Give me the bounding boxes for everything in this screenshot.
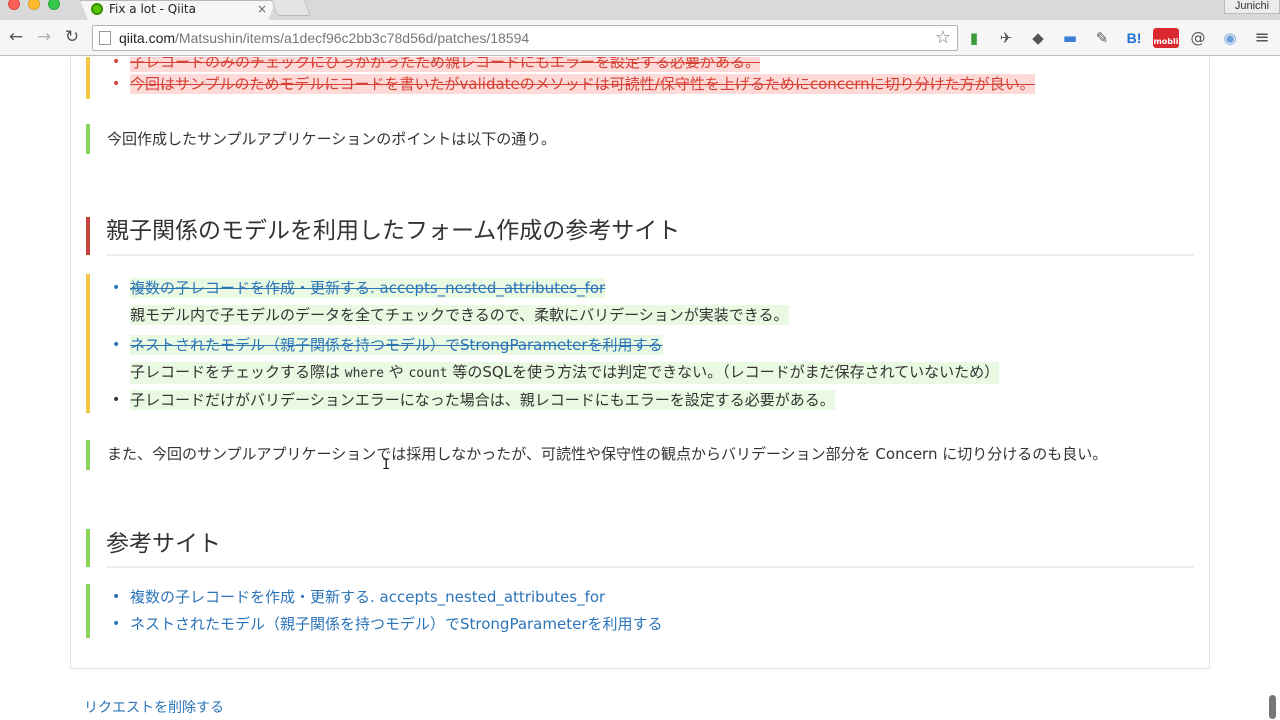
page-at-icon[interactable]: @ <box>1188 28 1208 48</box>
ref-link-strong-parameter[interactable]: ネストされたモデル（親子関係を持つモデル）でStrongParameterを利用… <box>130 614 663 634</box>
text-cursor-icon: I <box>382 457 391 473</box>
desc-part: 等のSQLを使う方法では判定できない。（レコードがまだ保存されていないため） <box>447 363 1000 381</box>
bookmark-star-icon[interactable]: ☆ <box>935 27 951 48</box>
desc-part: 子レコードをチェックする際は <box>130 363 345 381</box>
address-bar[interactable]: qiita.com/Matsushin/items/a1decf96c2bb3c… <box>92 25 958 51</box>
minimize-window-button[interactable] <box>28 0 40 10</box>
scrollbar-thumb[interactable] <box>1269 695 1276 719</box>
delete-request-link[interactable]: リクエストを削除する <box>84 697 224 717</box>
list-bullet: • <box>112 57 121 70</box>
camera-icon[interactable]: ◉ <box>1220 28 1240 48</box>
ref-link-nested-attributes[interactable]: 複数の子レコードを作成・更新する. accepts_nested_attribu… <box>130 587 605 607</box>
diff-bar-yellow <box>86 57 90 99</box>
mobli-icon[interactable]: mobli <box>1153 28 1179 48</box>
inline-code-count: count <box>408 366 448 381</box>
list-bullet: • <box>112 392 121 408</box>
concern-note-text: また、今回のサンプルアプリケーションでは採用しなかったが、可読性や保守性の観点か… <box>107 445 1108 463</box>
deleted-line-2: 今回はサンプルのためモデルにコードを書いたがvalidateのメソッドは可読性/… <box>130 74 1035 94</box>
heading-reference-form: 親子関係のモデルを利用したフォーム作成の参考サイト <box>106 218 681 244</box>
tab-active[interactable]: Fix a lot - Qiita × <box>80 0 276 20</box>
eyedropper-icon[interactable]: ✎ <box>1092 28 1112 48</box>
qiita-favicon-icon <box>91 3 103 15</box>
reload-icon[interactable]: ↻ <box>62 27 82 47</box>
tab-title: Fix a lot - Qiita <box>109 2 196 16</box>
diff-bar-yellow <box>86 274 90 413</box>
inserted-item-3: 子レコードだけがバリデーションエラーになった場合は、親レコードにもエラーを設定す… <box>130 390 835 410</box>
inline-code-where: where <box>344 366 384 381</box>
diff-bar-green <box>86 529 90 567</box>
tab-close-icon[interactable]: × <box>257 2 267 16</box>
menu-icon[interactable]: ≡ <box>1252 28 1272 48</box>
elephant-icon[interactable]: ◆ <box>1028 28 1048 48</box>
list-bullet: • <box>112 589 121 605</box>
browser-toolbar: ← → ↻ qiita.com/Matsushin/items/a1decf96… <box>0 20 1280 56</box>
list-bullet: • <box>112 76 121 92</box>
url-host: qiita.com <box>119 30 176 46</box>
deleted-link-strong-parameter[interactable]: ネストされたモデル（親子関係を持つモデル）でStrongParameterを利用… <box>130 335 663 355</box>
chat-bubble-icon[interactable]: ▬ <box>1060 28 1080 48</box>
evernote-icon[interactable]: ▮ <box>964 28 984 48</box>
page-content: • 子レコードのみのチェックにひっかかったため親レコードにもエラーを設定する必要… <box>0 57 1280 720</box>
list-bullet: • <box>112 337 121 353</box>
diff-bar-red <box>86 217 90 255</box>
forward-arrow-icon[interactable]: → <box>34 27 54 47</box>
diff-bar-green <box>86 124 90 154</box>
inserted-desc-2: 子レコードをチェックする際は where や count 等のSQLを使う方法で… <box>130 362 1000 384</box>
heading-rule <box>106 254 1194 256</box>
list-bullet: • <box>112 616 121 632</box>
hatena-bookmark-icon[interactable]: B! <box>1124 28 1144 48</box>
sample-points-text: 今回作成したサンプルアプリケーションのポイントは以下の通り。 <box>107 130 556 148</box>
heading-rule <box>106 566 1194 568</box>
diff-bar-green <box>86 584 90 638</box>
deleted-link-nested-attributes[interactable]: 複数の子レコードを作成・更新する. accepts_nested_attribu… <box>130 278 606 298</box>
desc-part: や <box>383 363 409 381</box>
close-window-button[interactable] <box>8 0 20 10</box>
url-text[interactable]: qiita.com/Matsushin/items/a1decf96c2bb3c… <box>119 30 529 46</box>
deleted-line-1: 子レコードのみのチェックにひっかかったため親レコードにもエラーを設定する必要があ… <box>130 57 761 72</box>
page-icon <box>99 31 111 45</box>
list-bullet: • <box>112 280 121 296</box>
bird-icon[interactable]: ✈ <box>996 28 1016 48</box>
new-tab-button[interactable] <box>271 0 311 16</box>
back-arrow-icon[interactable]: ← <box>6 27 26 47</box>
heading-references: 参考サイト <box>106 531 221 557</box>
profile-button[interactable]: Junichi <box>1224 0 1280 14</box>
maximize-window-button[interactable] <box>48 0 60 10</box>
inserted-desc-1: 親モデル内で子モデルのデータを全てチェックできるので、柔軟にバリデーションが実装… <box>130 305 789 325</box>
url-path: /Matsushin/items/a1decf96c2bb3c78d56d/pa… <box>175 30 530 46</box>
diff-bar-green <box>86 440 90 470</box>
tab-strip: Fix a lot - Qiita × Junichi <box>0 0 1280 20</box>
